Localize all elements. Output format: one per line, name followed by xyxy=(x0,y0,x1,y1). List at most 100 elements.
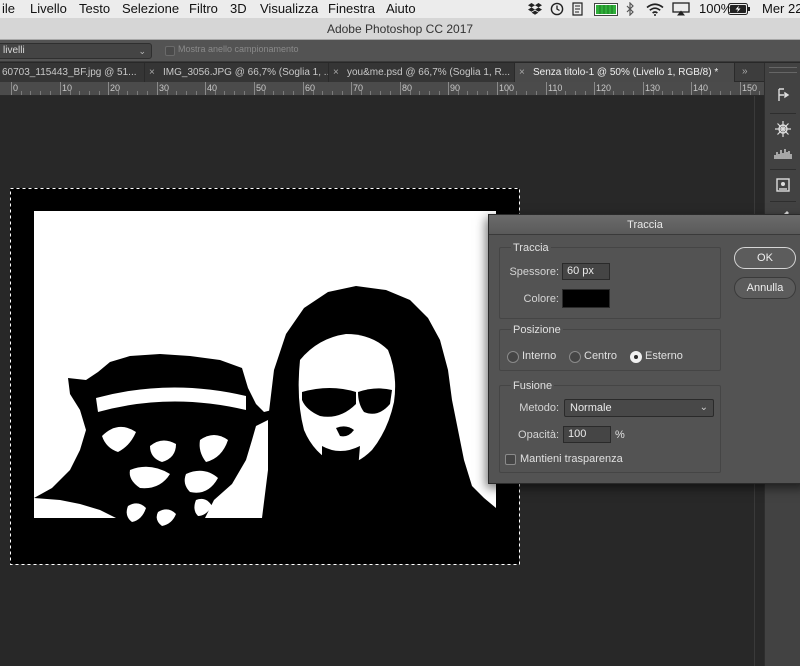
ruler-major-tick xyxy=(400,82,401,95)
dialog-title: Traccia xyxy=(489,215,800,235)
ruler-minor-tick xyxy=(585,91,586,95)
menu-3d[interactable]: 3D xyxy=(230,1,247,16)
stroke-group xyxy=(499,247,721,319)
dropbox-icon[interactable] xyxy=(528,0,542,18)
ruler-minor-tick xyxy=(370,91,371,95)
ruler-minor-tick xyxy=(40,91,41,95)
ruler-minor-tick xyxy=(244,91,245,95)
cancel-button[interactable]: Annulla xyxy=(734,277,796,299)
ruler-minor-tick xyxy=(759,91,760,95)
ruler-minor-tick xyxy=(186,91,187,95)
ruler-minor-tick xyxy=(429,91,430,95)
ruler-major-tick xyxy=(448,82,449,95)
menu-aiuto[interactable]: Aiuto xyxy=(386,1,416,16)
tab-label: Senza titolo-1 @ 50% (Livello 1, RGB/8) … xyxy=(533,67,719,78)
ruler-minor-tick xyxy=(147,91,148,95)
radio-centro[interactable] xyxy=(569,351,581,363)
airplay-icon[interactable] xyxy=(672,0,690,18)
menu-selezione[interactable]: Selezione xyxy=(122,1,179,16)
document-tab-bar: 60703_115443_BF.jpg @ 51... × IMG_3056.J… xyxy=(0,63,764,82)
sampling-ring-checkbox[interactable] xyxy=(165,46,175,56)
ruler-minor-tick xyxy=(283,91,284,95)
navigator-icon[interactable] xyxy=(771,117,795,141)
ruler-minor-tick xyxy=(662,91,663,95)
stroke-color-swatch[interactable] xyxy=(562,289,610,308)
battery-icon[interactable] xyxy=(728,0,750,18)
ruler-minor-tick xyxy=(516,91,517,95)
menu-testo[interactable]: Testo xyxy=(79,1,110,16)
ruler-minor-tick xyxy=(273,91,274,95)
tab-label: you&me.psd @ 66,7% (Soglia 1, R... xyxy=(347,67,511,78)
ruler-minor-tick xyxy=(556,91,557,95)
ruler-minor-tick xyxy=(322,91,323,95)
tab-overflow-icon[interactable]: » xyxy=(742,66,754,78)
menubar-clock: Mer 22 xyxy=(762,1,800,16)
bluetooth-icon[interactable] xyxy=(626,0,635,18)
menu-livello[interactable]: Livello xyxy=(30,1,67,16)
history-icon[interactable] xyxy=(771,83,795,107)
stroke-group-title: Traccia xyxy=(511,242,551,254)
blend-mode-label: Metodo: xyxy=(519,402,559,414)
radio-interno[interactable] xyxy=(507,351,519,363)
ruler-major-tick xyxy=(740,82,741,95)
menu-finestra[interactable]: Finestra xyxy=(328,1,375,16)
ruler-minor-tick xyxy=(342,91,343,95)
ruler-minor-tick xyxy=(458,91,459,95)
ok-button[interactable]: OK xyxy=(734,247,796,269)
menu-filtro[interactable]: Filtro xyxy=(189,1,218,16)
close-icon[interactable]: × xyxy=(149,63,155,82)
tab-document-3[interactable]: × you&me.psd @ 66,7% (Soglia 1, R... xyxy=(329,63,515,82)
ruler-major-tick xyxy=(157,82,158,95)
ruler-minor-tick xyxy=(710,91,711,95)
preserve-transparency-label: Mantieni trasparenza xyxy=(520,453,623,465)
preserve-transparency-checkbox[interactable] xyxy=(505,454,516,465)
stroke-width-field[interactable]: 60 px xyxy=(562,263,610,280)
position-group-title: Posizione xyxy=(511,324,563,336)
panel-grip[interactable] xyxy=(769,67,797,73)
ruler-minor-tick xyxy=(701,91,702,95)
ruler-minor-tick xyxy=(118,91,119,95)
ruler-minor-tick xyxy=(99,91,100,95)
ruler-minor-tick xyxy=(477,91,478,95)
ruler-minor-tick xyxy=(604,91,605,95)
ruler-minor-tick xyxy=(419,91,420,95)
ruler-minor-tick xyxy=(467,91,468,95)
ruler-minor-tick xyxy=(575,91,576,95)
script-icon[interactable] xyxy=(571,0,585,18)
ruler-minor-tick xyxy=(89,91,90,95)
opacity-field[interactable]: 100 xyxy=(563,426,611,443)
horizontal-ruler: 0 10 20 30 40 50 60 70 80 90 100 110 120 130 140 150 xyxy=(0,82,764,96)
sampling-ring-label: Mostra anello campionamento xyxy=(178,44,299,54)
sample-layers-select[interactable]: livelli ⌄ xyxy=(0,43,152,59)
menu-file[interactable]: ile xyxy=(2,1,15,16)
ruler-minor-tick xyxy=(215,91,216,95)
properties-icon[interactable] xyxy=(771,173,795,197)
ruler-minor-tick xyxy=(234,91,235,95)
battery-monitor-icon[interactable] xyxy=(594,0,618,18)
ruler-minor-tick xyxy=(507,91,508,95)
histogram-icon[interactable] xyxy=(771,141,795,165)
tab-document-2[interactable]: × IMG_3056.JPG @ 66,7% (Soglia 1, ... xyxy=(145,63,329,82)
ruler-major-tick xyxy=(60,82,61,95)
tab-document-active[interactable]: × Senza titolo-1 @ 50% (Livello 1, RGB/8… xyxy=(515,63,735,82)
blend-mode-select[interactable]: Normale ⌄ xyxy=(564,399,714,417)
ruler-minor-tick xyxy=(750,91,751,95)
radio-interno-label: Interno xyxy=(522,350,557,362)
app-title: Adobe Photoshop CC 2017 xyxy=(326,22,474,36)
opacity-unit: % xyxy=(615,429,625,441)
ruler-minor-tick xyxy=(390,91,391,95)
ruler-minor-tick xyxy=(633,91,634,95)
ruler-minor-tick xyxy=(487,91,488,95)
ruler-minor-tick xyxy=(380,91,381,95)
ruler-major-tick xyxy=(11,82,12,95)
radio-esterno[interactable] xyxy=(630,351,642,363)
wifi-icon[interactable] xyxy=(646,0,664,18)
stroke-width-label: Spessore: xyxy=(509,266,559,278)
menu-visualizza[interactable]: Visualizza xyxy=(260,1,318,16)
ruler-major-tick xyxy=(643,82,644,95)
time-machine-icon[interactable] xyxy=(550,0,564,18)
close-icon[interactable]: × xyxy=(519,63,525,82)
tab-label: IMG_3056.JPG @ 66,7% (Soglia 1, ... xyxy=(163,67,329,78)
close-icon[interactable]: × xyxy=(333,63,339,82)
tab-document-1[interactable]: 60703_115443_BF.jpg @ 51... xyxy=(0,63,145,82)
